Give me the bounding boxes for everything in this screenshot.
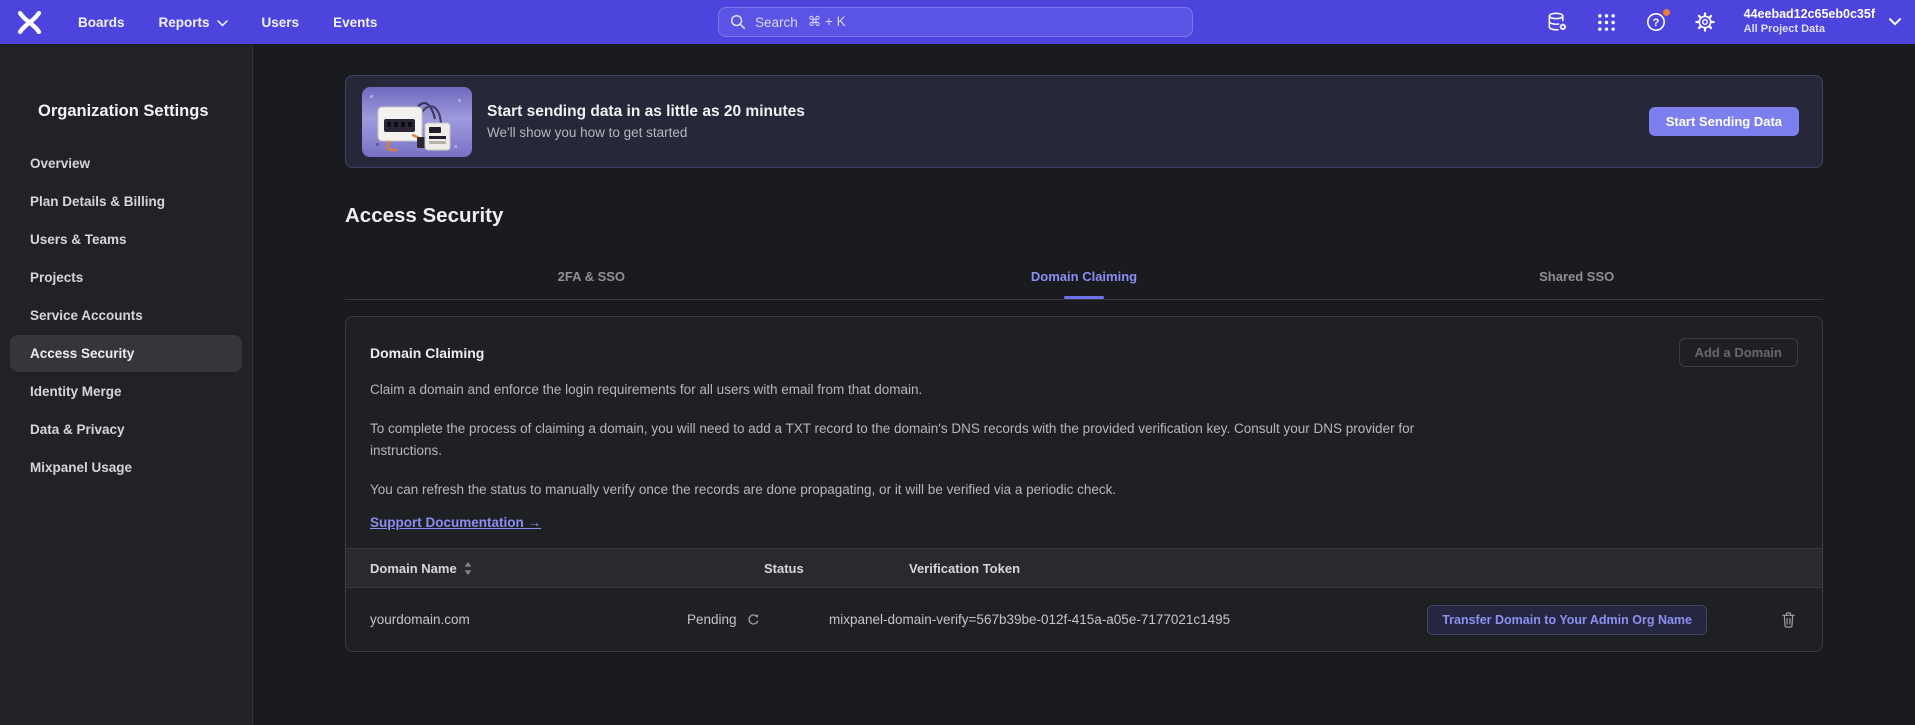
- getting-started-banner: Start sending data in as little as 20 mi…: [345, 75, 1823, 168]
- org-settings-sidebar: Organization Settings Overview Plan Deta…: [0, 44, 253, 725]
- nav-item-boards[interactable]: Boards: [78, 15, 125, 30]
- main-area: Start sending data in as little as 20 mi…: [253, 44, 1915, 725]
- column-header-domain-name[interactable]: Domain Name: [346, 561, 687, 576]
- settings-gear-icon[interactable]: [1693, 10, 1717, 34]
- start-sending-data-button[interactable]: Start Sending Data: [1649, 107, 1799, 136]
- add-domain-button[interactable]: Add a Domain: [1679, 338, 1798, 367]
- sidebar-item-plan-details-billing[interactable]: Plan Details & Billing: [10, 183, 242, 220]
- sidebar-item-access-security[interactable]: Access Security: [10, 335, 242, 372]
- sidebar-item-mixpanel-usage[interactable]: Mixpanel Usage: [10, 449, 242, 486]
- sort-icon: [464, 562, 472, 575]
- banner-subtitle: We'll show you how to get started: [487, 125, 805, 140]
- card-title: Domain Claiming: [370, 345, 484, 361]
- nav-item-users[interactable]: Users: [262, 15, 300, 30]
- sidebar-title: Organization Settings: [10, 102, 242, 121]
- help-icon[interactable]: ?: [1644, 10, 1668, 34]
- search-shortcut: ⌘ + K: [808, 14, 846, 30]
- sidebar-item-users-teams[interactable]: Users & Teams: [10, 221, 242, 258]
- card-paragraph: To complete the process of claiming a do…: [370, 418, 1455, 461]
- nav-item-events[interactable]: Events: [333, 15, 377, 30]
- svg-text:?: ?: [1652, 17, 1659, 29]
- apps-grid-icon[interactable]: [1595, 10, 1619, 34]
- search-input[interactable]: Search ⌘ + K: [718, 7, 1193, 37]
- card-paragraph: You can refresh the status to manually v…: [370, 479, 1455, 500]
- search-icon: [730, 14, 746, 30]
- column-header-status: Status: [687, 561, 829, 576]
- mixpanel-logo-icon[interactable]: [14, 8, 44, 36]
- chevron-down-icon: [1889, 18, 1901, 26]
- column-header-verification-token: Verification Token: [829, 561, 1796, 576]
- nav-right-cluster: ? 44eebad12c65eb0c35f All Project Data: [1546, 0, 1901, 44]
- top-nav: Boards Reports Users Events Search ⌘ + K: [0, 0, 1915, 44]
- delete-domain-icon[interactable]: [1781, 611, 1796, 628]
- support-documentation-link[interactable]: Support Documentation →: [370, 515, 541, 530]
- access-security-tabs: 2FA & SSO Domain Claiming Shared SSO: [345, 269, 1823, 300]
- search-placeholder: Search: [755, 15, 798, 30]
- domain-name-cell: yourdomain.com: [346, 612, 687, 627]
- sidebar-item-identity-merge[interactable]: Identity Merge: [10, 373, 242, 410]
- data-management-icon[interactable]: [1546, 10, 1570, 34]
- domain-claiming-card: Domain Claiming Add a Domain Claim a dom…: [345, 316, 1823, 652]
- banner-title: Start sending data in as little as 20 mi…: [487, 103, 805, 121]
- sidebar-item-data-privacy[interactable]: Data & Privacy: [10, 411, 242, 448]
- transfer-domain-button[interactable]: Transfer Domain to Your Admin Org Name: [1427, 605, 1707, 635]
- project-name: All Project Data: [1744, 23, 1875, 37]
- nav-item-reports[interactable]: Reports: [159, 15, 228, 30]
- sidebar-item-projects[interactable]: Projects: [10, 259, 242, 296]
- table-header-row: Domain Name Status Verification Token: [346, 548, 1822, 588]
- card-paragraph: Claim a domain and enforce the login req…: [370, 379, 1455, 400]
- account-menu[interactable]: 44eebad12c65eb0c35f All Project Data: [1744, 7, 1901, 36]
- tab-domain-claiming[interactable]: Domain Claiming: [838, 269, 1331, 299]
- notification-dot: [1662, 8, 1671, 17]
- refresh-status-icon[interactable]: [746, 612, 761, 627]
- sidebar-item-overview[interactable]: Overview: [10, 145, 242, 182]
- status-badge: Pending: [687, 612, 737, 627]
- verification-token-cell: mixpanel-domain-verify=567b39be-012f-415…: [829, 612, 1427, 627]
- tab-2fa-sso[interactable]: 2FA & SSO: [345, 269, 838, 299]
- domains-table: Domain Name Status Verification Token yo…: [346, 548, 1822, 651]
- org-id: 44eebad12c65eb0c35f: [1744, 7, 1875, 23]
- table-row: yourdomain.com Pending mixpanel-domain-v…: [346, 588, 1822, 651]
- tab-shared-sso[interactable]: Shared SSO: [1330, 269, 1823, 299]
- chevron-down-icon: [217, 20, 228, 27]
- sidebar-item-service-accounts[interactable]: Service Accounts: [10, 297, 242, 334]
- getting-started-illustration: [362, 87, 472, 157]
- page-title: Access Security: [345, 204, 1823, 228]
